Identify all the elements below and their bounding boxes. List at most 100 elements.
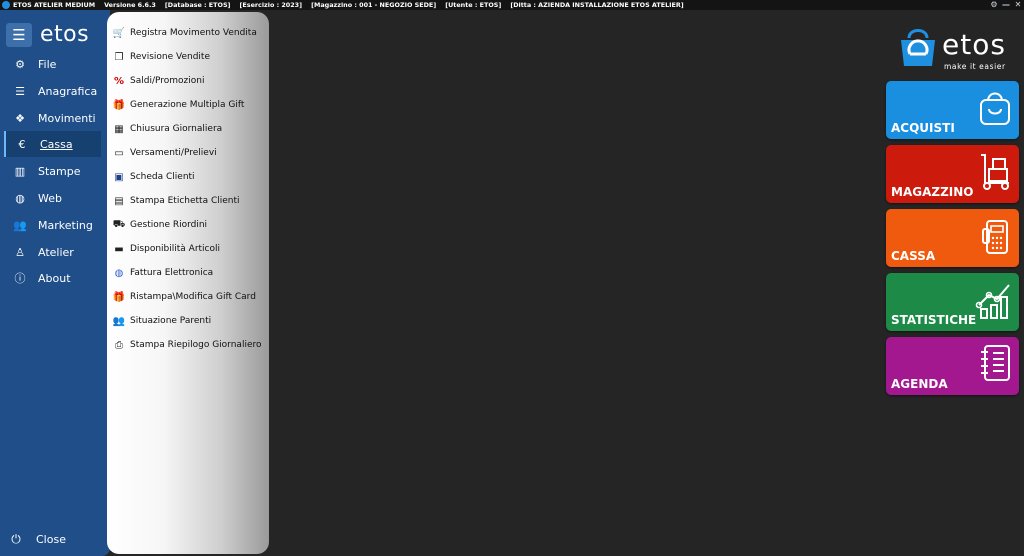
submenu-item-generazione-multipla-gift[interactable]: 🎁 Generazione Multipla Gift	[112, 95, 245, 115]
power-icon: ⏻	[11, 532, 21, 546]
gift-icon: 🎁	[112, 99, 126, 111]
submenu-item-label: Revisione Vendite	[130, 52, 210, 62]
magazzino-info: [Magazzino : 001 - NEGOZIO SEDE]	[311, 1, 437, 9]
money-icon: ▭	[114, 147, 124, 159]
app-version: Versione 6.6.3	[104, 1, 156, 9]
percent-icon: %	[113, 75, 125, 87]
shopping-bag-icon	[980, 92, 1010, 125]
sidebar-item-stampe[interactable]: ▥ Stampe	[4, 158, 99, 184]
submenu-item-registra-movimento-vendita[interactable]: 🛒 Registra Movimento Vendita	[112, 23, 257, 43]
submenu-item-label: Generazione Multipla Gift	[130, 100, 245, 110]
notebook-icon	[981, 345, 1010, 381]
submenu-item-stampa-etichetta-clienti[interactable]: ▤ Stampa Etichetta Clienti	[112, 191, 240, 211]
submenu-item-label: Versamenti/Prelievi	[130, 148, 217, 158]
globe-icon: ◍	[15, 191, 25, 205]
tile-acquisti[interactable]: ACQUISTI	[886, 81, 1019, 139]
submenu-item-label: Gestione Riordini	[130, 220, 208, 230]
esercizio-info: [Esercizio : 2023]	[239, 1, 303, 9]
submenu-item-label: Stampa Riepilogo Giornaliero	[130, 340, 262, 350]
users-icon: 👥	[112, 315, 126, 327]
submenu-item-chiusura-giornaliera[interactable]: ▦ Chiusura Giornaliera	[112, 119, 222, 139]
info-icon: ⓘ	[14, 272, 26, 285]
sidebar-item-movimenti[interactable]: ❖ Movimenti	[4, 105, 99, 131]
close-window-icon[interactable]: ✕	[1012, 0, 1024, 10]
submenu-item-ristampa-modifica-gift-card[interactable]: 🎁 Ristampa\Modifica Gift Card	[112, 287, 256, 307]
users-icon: 👥	[13, 218, 27, 232]
tile-label: AGENDA	[891, 377, 948, 391]
submenu-item-fattura-elettronica[interactable]: ◍ Fattura Elettronica	[112, 263, 214, 283]
sidebar: ☰ etos ⚙ File ☰ Anagrafica ❖ Movimenti €…	[0, 10, 110, 556]
tile-label: CASSA	[891, 249, 936, 263]
tile-magazzino[interactable]: MAGAZZINO	[886, 145, 1019, 203]
submenu-item-label: Scheda Clienti	[130, 172, 195, 182]
submenu-item-label: Registra Movimento Vendita	[130, 28, 257, 38]
close-button[interactable]: ⏻ Close	[6, 532, 66, 547]
pos-terminal-icon	[982, 220, 1008, 254]
tile-statistiche[interactable]: STATISTICHE	[886, 273, 1019, 331]
copy-icon: ❐	[114, 51, 124, 63]
gift-icon: 🎁	[112, 291, 126, 303]
tile-cassa[interactable]: CASSA	[886, 209, 1019, 267]
archive-icon: ▬	[114, 243, 124, 255]
person-icon: ♙	[15, 245, 25, 259]
app-name: ETOS ATELIER MEDIUM	[13, 1, 96, 9]
sidebar-item-label: Stampe	[38, 164, 81, 178]
tile-agenda[interactable]: AGENDA	[886, 337, 1019, 395]
tile-label: STATISTICHE	[891, 313, 977, 327]
submenu-item-disponibilita-articoli[interactable]: ▬ Disponibilità Articoli	[112, 239, 220, 259]
cassa-submenu: 🛒 Registra Movimento Vendita ❐ Revisione…	[107, 12, 269, 554]
submenu-item-label: Situazione Parenti	[130, 316, 212, 326]
submenu-item-saldi-promozioni[interactable]: % Saldi/Promozioni	[112, 71, 204, 91]
submenu-item-label: Saldi/Promozioni	[130, 76, 205, 86]
sidebar-header: ☰ etos	[6, 23, 89, 47]
gear-icon: ⚙	[15, 57, 25, 71]
sidebar-item-about[interactable]: ⓘ About	[4, 265, 99, 291]
globe-icon: ◍	[114, 267, 124, 279]
hand-truck-icon	[981, 154, 1009, 190]
brand-tagline: make it easier	[944, 62, 1006, 71]
cart-icon: 🛒	[112, 27, 126, 39]
database-icon: ☰	[15, 84, 25, 98]
utente-info: [Utente : ETOS]	[445, 1, 502, 9]
cubes-icon: ❖	[15, 111, 25, 125]
submenu-item-gestione-riordini[interactable]: ⛟ Gestione Riordini	[112, 215, 207, 235]
submenu-item-label: Stampa Etichetta Clienti	[130, 196, 240, 206]
minimize-icon[interactable]: —	[1000, 0, 1012, 10]
sidebar-item-file[interactable]: ⚙ File	[4, 51, 99, 77]
sidebar-item-label: Web	[38, 191, 62, 205]
sidebar-item-anagrafica[interactable]: ☰ Anagrafica	[4, 78, 99, 104]
sidebar-item-label: Movimenti	[38, 111, 96, 125]
submenu-item-label: Ristampa\Modifica Gift Card	[130, 292, 256, 302]
submenu-item-situazione-parenti[interactable]: 👥 Situazione Parenti	[112, 311, 211, 331]
submenu-item-revisione-vendite[interactable]: ❐ Revisione Vendite	[112, 47, 210, 67]
sidebar-item-web[interactable]: ◍ Web	[4, 185, 99, 211]
sidebar-item-cassa[interactable]: € Cassa	[4, 131, 101, 157]
sidebar-item-label: Atelier	[38, 245, 74, 259]
sidebar-item-marketing[interactable]: 👥 Marketing	[4, 212, 99, 238]
ditta-info: [Ditta : AZIENDA INSTALLAZIONE ETOS ATEL…	[510, 1, 684, 9]
tile-label: MAGAZZINO	[891, 185, 974, 199]
submenu-item-versamenti-prelievi[interactable]: ▭ Versamenti/Prelievi	[112, 143, 217, 163]
truck-icon: ⛟	[112, 218, 126, 230]
submenu-item-label: Chiusura Giornaliera	[130, 124, 223, 134]
settings-icon[interactable]: ⚙	[988, 0, 1000, 10]
sidebar-item-atelier[interactable]: ♙ Atelier	[4, 239, 99, 265]
chart-icon: ▥	[14, 164, 26, 178]
shopping-bag-logo-icon	[901, 29, 935, 66]
printer-icon: ⎙	[115, 339, 123, 351]
sidebar-item-label: Cassa	[40, 137, 73, 151]
hamburger-icon[interactable]: ☰	[6, 23, 32, 47]
submenu-item-stampa-riepilogo-giornaliero[interactable]: ⎙ Stampa Riepilogo Giornaliero	[112, 335, 262, 355]
submenu-item-label: Fattura Elettronica	[130, 268, 214, 278]
brand-name: etos	[942, 28, 1006, 61]
window-controls: ⚙ — ✕	[988, 0, 1024, 10]
growth-chart-icon	[975, 284, 1010, 319]
contact-card-icon: ▣	[114, 171, 124, 183]
title-bar: ETOS ATELIER MEDIUM Versione 6.6.3 [Data…	[0, 0, 1024, 10]
brand-logo: etos make it easier	[898, 24, 1016, 76]
submenu-item-scheda-clienti[interactable]: ▣ Scheda Clienti	[112, 167, 195, 187]
tile-label: ACQUISTI	[891, 121, 955, 135]
sidebar-item-label: Marketing	[38, 218, 93, 232]
sidebar-logo: etos	[40, 22, 90, 47]
sidebar-item-label: File	[38, 57, 57, 71]
